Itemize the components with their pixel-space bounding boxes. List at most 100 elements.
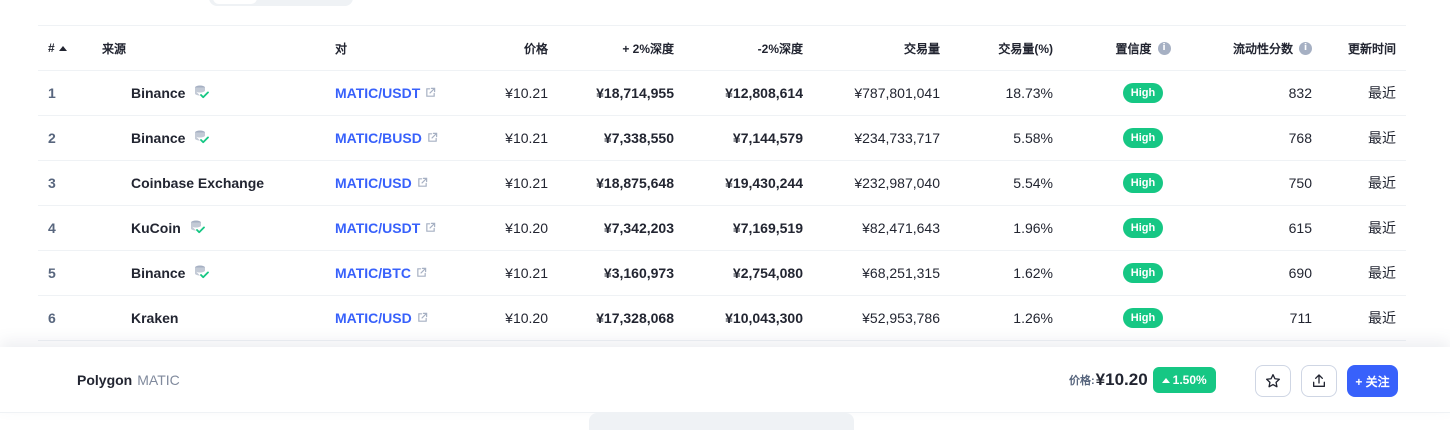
liquidity-cell: 615 bbox=[1288, 220, 1312, 236]
pair-label[interactable]: MATIC/USDT bbox=[335, 85, 420, 101]
table-row[interactable]: 5 Binance MATIC/BTC ¥10.21 ¥3,160,973 ¥2,754,… bbox=[38, 251, 1406, 296]
table-row[interactable]: 3 Coinbase Exchange MATIC/USD ¥10.21 ¥18,875… bbox=[38, 161, 1406, 206]
updated-cell: 最近 bbox=[1368, 175, 1396, 191]
volume-cell: ¥234,733,717 bbox=[854, 130, 940, 146]
pair-label[interactable]: MATIC/BUSD bbox=[335, 130, 422, 146]
price-label: 价格: bbox=[1069, 375, 1095, 387]
external-link-icon[interactable] bbox=[417, 310, 428, 326]
header-price[interactable]: 价格 bbox=[438, 26, 548, 70]
header-plus-depth[interactable]: + 2%深度 bbox=[558, 26, 674, 70]
view-toggle-active[interactable] bbox=[213, 0, 257, 4]
table-row[interactable]: 1 Binance MATIC/USDT ¥10.21 ¥18,714,955 ¥12,8… bbox=[38, 71, 1406, 116]
minus-depth-cell: ¥7,144,579 bbox=[732, 130, 803, 146]
confidence-cell: High bbox=[1088, 116, 1198, 160]
minus-depth-cell: ¥2,754,080 bbox=[732, 265, 803, 281]
confidence-badge: High bbox=[1122, 173, 1164, 193]
price-cell: ¥10.21 bbox=[505, 265, 548, 281]
share-button[interactable] bbox=[1301, 365, 1337, 397]
watchlist-star-button[interactable] bbox=[1255, 365, 1291, 397]
exchange-cell[interactable]: Binance bbox=[131, 71, 351, 115]
confidence-cell: High bbox=[1088, 71, 1198, 115]
plus-depth-cell: ¥17,328,068 bbox=[596, 310, 674, 326]
external-link-icon[interactable] bbox=[416, 265, 427, 281]
verified-exchange-icon bbox=[193, 264, 210, 283]
exchange-cell[interactable]: Binance bbox=[131, 251, 351, 295]
exchange-cell[interactable]: Kraken bbox=[131, 296, 351, 340]
view-toggle[interactable] bbox=[209, 0, 353, 6]
header-volume[interactable]: 交易量 bbox=[813, 26, 940, 70]
liquidity-cell: 750 bbox=[1288, 175, 1312, 191]
pair-label[interactable]: MATIC/USD bbox=[335, 310, 412, 326]
price-summary: 价格: ¥10.20 1.50% bbox=[1069, 347, 1216, 413]
coin-name: Polygon bbox=[77, 372, 133, 388]
price-cell: ¥10.21 bbox=[505, 175, 548, 191]
confidence-badge: High bbox=[1122, 128, 1164, 148]
external-link-icon[interactable] bbox=[417, 175, 428, 191]
header-volume-pct[interactable]: 交易量(%) bbox=[948, 26, 1053, 70]
exchange-name[interactable]: Kraken bbox=[131, 310, 178, 326]
volume-pct-cell: 1.26% bbox=[1013, 310, 1053, 326]
pair-label[interactable]: MATIC/BTC bbox=[335, 265, 411, 281]
row-rank: 6 bbox=[48, 310, 56, 326]
volume-cell: ¥68,251,315 bbox=[862, 265, 940, 281]
table-row[interactable]: 4 KuCoin MATIC/USDT ¥10.20 ¥7,342,203 ¥7,169,… bbox=[38, 206, 1406, 251]
plus-depth-cell: ¥7,342,203 bbox=[603, 220, 674, 236]
exchange-name[interactable]: Coinbase Exchange bbox=[131, 175, 264, 191]
header-liquidity-label: 流动性分数 bbox=[1232, 41, 1293, 56]
row-rank: 3 bbox=[48, 175, 56, 191]
confidence-cell: High bbox=[1088, 251, 1198, 295]
table-row[interactable]: 2 Binance MATIC/BUSD ¥10.21 ¥7,338,550 ¥7,144… bbox=[38, 116, 1406, 161]
header-source[interactable]: 来源 bbox=[102, 26, 302, 70]
exchange-name[interactable]: Binance bbox=[131, 265, 185, 281]
price-change-value: 1.50% bbox=[1172, 373, 1207, 387]
info-icon[interactable]: i bbox=[1299, 41, 1312, 55]
volume-pct-cell: 18.73% bbox=[1005, 85, 1053, 101]
minus-depth-cell: ¥7,169,519 bbox=[732, 220, 803, 236]
exchange-cell[interactable]: Binance bbox=[131, 116, 351, 160]
confidence-cell: High bbox=[1088, 161, 1198, 205]
volume-pct-cell: 5.54% bbox=[1013, 175, 1053, 191]
confidence-badge: High bbox=[1122, 83, 1164, 103]
header-confidence[interactable]: 置信度 i bbox=[1078, 26, 1208, 70]
info-icon[interactable]: i bbox=[1157, 41, 1171, 55]
external-link-icon[interactable] bbox=[425, 220, 436, 236]
pair-label[interactable]: MATIC/USDT bbox=[335, 220, 420, 236]
plus-depth-cell: ¥18,714,955 bbox=[596, 85, 674, 101]
external-link-icon[interactable] bbox=[425, 85, 436, 101]
header-minus-depth[interactable]: -2%深度 bbox=[688, 26, 803, 70]
exchange-cell[interactable]: KuCoin bbox=[131, 206, 351, 250]
confidence-cell: High bbox=[1088, 296, 1198, 340]
price-value: ¥10.20 bbox=[1095, 370, 1148, 389]
lower-tab-strip bbox=[589, 413, 854, 430]
top-strip bbox=[0, 0, 1450, 8]
header-num[interactable]: # bbox=[48, 26, 88, 70]
plus-depth-cell: ¥3,160,973 bbox=[603, 265, 674, 281]
volume-pct-cell: 5.58% bbox=[1013, 130, 1053, 146]
table-row[interactable]: 6 Kraken MATIC/USD ¥10.20 ¥17,328,068 ¥10,043… bbox=[38, 296, 1406, 341]
confidence-badge: High bbox=[1122, 308, 1164, 328]
star-icon bbox=[1266, 374, 1280, 388]
header-updated[interactable]: 更新时间 bbox=[1328, 26, 1396, 70]
price-change-badge: 1.50% bbox=[1152, 367, 1216, 393]
price-cell: ¥10.21 bbox=[505, 130, 548, 146]
confidence-badge: High bbox=[1122, 263, 1164, 283]
volume-pct-cell: 1.96% bbox=[1013, 220, 1053, 236]
exchange-name[interactable]: Binance bbox=[131, 130, 185, 146]
liquidity-cell: 768 bbox=[1288, 130, 1312, 146]
minus-depth-cell: ¥12,808,614 bbox=[725, 85, 803, 101]
exchange-name[interactable]: Binance bbox=[131, 85, 185, 101]
external-link-icon[interactable] bbox=[427, 130, 438, 146]
header-liquidity[interactable]: 流动性分数 i bbox=[1198, 26, 1312, 70]
coin-title: Polygon MATIC bbox=[77, 347, 180, 413]
exchange-name[interactable]: KuCoin bbox=[131, 220, 181, 236]
exchange-cell[interactable]: Coinbase Exchange bbox=[131, 161, 351, 205]
updated-cell: 最近 bbox=[1368, 310, 1396, 326]
pair-label[interactable]: MATIC/USD bbox=[335, 175, 412, 191]
verified-exchange-icon bbox=[189, 219, 205, 238]
follow-button[interactable]: + 关注 bbox=[1347, 365, 1398, 397]
confidence-cell: High bbox=[1088, 206, 1198, 250]
minus-depth-cell: ¥19,430,244 bbox=[725, 175, 803, 191]
plus-depth-cell: ¥7,338,550 bbox=[603, 130, 674, 146]
verified-exchange-icon bbox=[193, 129, 210, 148]
sticky-coin-bar: Polygon MATIC 价格: ¥10.20 1.50% + 关注 bbox=[0, 347, 1450, 413]
